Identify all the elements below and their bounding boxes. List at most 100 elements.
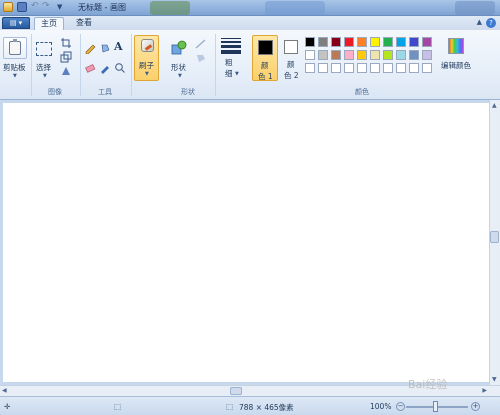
color2-label-1[interactable]: 颜 [287, 59, 295, 70]
color-swatch[interactable] [396, 63, 406, 73]
color-swatch[interactable] [331, 63, 341, 73]
text-icon[interactable]: A [114, 40, 126, 53]
color2-label-2[interactable]: 色 2 [284, 70, 299, 81]
image-group: 选择 ▼ 图像 [32, 32, 78, 98]
color1-button[interactable]: 颜 色 1 [252, 35, 278, 81]
color-swatch[interactable] [331, 37, 341, 47]
background-blur [150, 1, 190, 15]
paste-button[interactable] [3, 37, 27, 59]
color-swatch[interactable] [357, 50, 367, 60]
tab-home[interactable]: 主页 [34, 17, 64, 30]
chevron-down-icon[interactable]: ▼ [43, 73, 47, 79]
color1-label-1: 颜 [261, 61, 269, 70]
color-swatch[interactable] [396, 50, 406, 60]
status-bar: ✛ ⬚ ⬚ 788 × 465像素 100% − + [0, 396, 500, 415]
zoom-out-icon[interactable]: − [396, 402, 405, 411]
color-picker-icon[interactable] [99, 62, 111, 74]
pencil-icon[interactable] [84, 42, 96, 54]
edit-colors-label[interactable]: 编辑颜色 [441, 60, 471, 71]
color-swatch[interactable] [422, 63, 432, 73]
color-swatch[interactable] [357, 37, 367, 47]
canvas-dimensions: 788 × 465像素 [239, 403, 294, 412]
color-swatch[interactable] [344, 63, 354, 73]
color-swatch[interactable] [409, 37, 419, 47]
size-label-1[interactable]: 粗 [225, 57, 233, 68]
magnifier-icon[interactable] [114, 62, 126, 74]
selection-size-icon: ⬚ [114, 402, 122, 411]
chevron-down-icon[interactable]: ▼ [13, 73, 17, 79]
help-icon[interactable]: ? [486, 18, 496, 28]
app-icon[interactable] [3, 2, 13, 12]
color-swatch[interactable] [305, 50, 315, 60]
color-swatch[interactable] [331, 50, 341, 60]
horizontal-scroll-thumb[interactable] [230, 387, 242, 395]
tools-group: A 工具 [81, 32, 129, 98]
outline-icon[interactable] [195, 38, 207, 50]
color-swatch[interactable] [422, 37, 432, 47]
window-title: 无标题 - 画图 [78, 3, 126, 12]
redo-icon[interactable]: ↷ [42, 1, 51, 11]
ribbon: 剪贴板 ▼ 选择 ▼ 图像 A 工具 刷子 ▼ 形状 ▼ 形状 粗 细 ▼ 颜 … [0, 30, 500, 100]
size-label-2[interactable]: 细 [225, 68, 233, 79]
background-blur [265, 1, 325, 15]
color-swatch[interactable] [305, 63, 315, 73]
shapes-label[interactable]: 形状 [171, 62, 186, 73]
scroll-up-icon[interactable]: ▲ [492, 102, 497, 109]
rotate-icon[interactable] [60, 65, 72, 77]
color-swatch[interactable] [318, 63, 328, 73]
title-bar: ↶ ↷ ▼ 无标题 - 画图 [0, 0, 500, 16]
fill-shape-icon[interactable] [195, 52, 207, 64]
scroll-down-icon[interactable]: ▼ [492, 376, 497, 383]
undo-icon[interactable]: ↶ [31, 1, 40, 11]
color-swatch[interactable] [370, 63, 380, 73]
scroll-right-icon[interactable]: ▶ [482, 387, 487, 394]
size-icon[interactable] [221, 38, 241, 56]
color-swatch[interactable] [383, 63, 393, 73]
select-icon[interactable] [36, 42, 52, 56]
chevron-down-icon[interactable]: ▼ [178, 73, 182, 79]
vertical-scroll-thumb[interactable] [490, 231, 499, 243]
color-swatch[interactable] [409, 63, 419, 73]
resize-icon[interactable] [60, 51, 72, 63]
save-icon[interactable] [17, 2, 27, 12]
brushes-button[interactable]: 刷子 ▼ [134, 35, 159, 81]
color-swatch[interactable] [305, 37, 315, 47]
color-swatch[interactable] [396, 37, 406, 47]
brush-icon [141, 39, 154, 52]
color1-swatch [258, 40, 273, 55]
eraser-icon[interactable] [84, 62, 96, 74]
tab-view[interactable]: 查看 [70, 17, 98, 30]
chevron-down-icon[interactable]: ▼ [235, 71, 239, 77]
color-swatch[interactable] [422, 50, 432, 60]
color-swatch[interactable] [318, 50, 328, 60]
ribbon-tabs: ▤ ▾ 主页 查看 ▲ ? [0, 16, 500, 30]
color-swatch[interactable] [318, 37, 328, 47]
color-swatch[interactable] [383, 37, 393, 47]
edit-colors-icon[interactable] [448, 38, 464, 54]
paint-menu-button[interactable]: ▤ ▾ [2, 17, 30, 29]
zoom-level: 100% [370, 402, 392, 411]
color-swatch[interactable] [370, 37, 380, 47]
color-swatch[interactable] [357, 63, 367, 73]
select-label[interactable]: 选择 [36, 62, 51, 73]
scroll-left-icon[interactable]: ◀ [2, 387, 7, 394]
color2-button[interactable] [284, 40, 298, 54]
vertical-scrollbar[interactable]: ▲ ▼ [489, 100, 500, 385]
shapes-icon[interactable] [171, 40, 187, 55]
zoom-slider-thumb[interactable] [433, 401, 438, 412]
fill-icon[interactable] [99, 42, 111, 54]
color-swatch[interactable] [370, 50, 380, 60]
color-swatch[interactable] [344, 50, 354, 60]
customize-quick-access-icon[interactable]: ▼ [57, 2, 66, 12]
image-group-label: 图像 [48, 88, 62, 96]
crop-icon[interactable] [60, 37, 72, 49]
minimize-ribbon-icon[interactable]: ▲ [477, 18, 482, 26]
zoom-in-icon[interactable]: + [471, 402, 480, 411]
drawing-canvas[interactable] [3, 103, 489, 382]
color-swatch[interactable] [344, 37, 354, 47]
color-swatch[interactable] [409, 50, 419, 60]
clipboard-group: 剪贴板 ▼ [0, 32, 30, 98]
colors-group-label: 颜色 [355, 88, 369, 96]
group-divider [215, 34, 216, 96]
color-swatch[interactable] [383, 50, 393, 60]
